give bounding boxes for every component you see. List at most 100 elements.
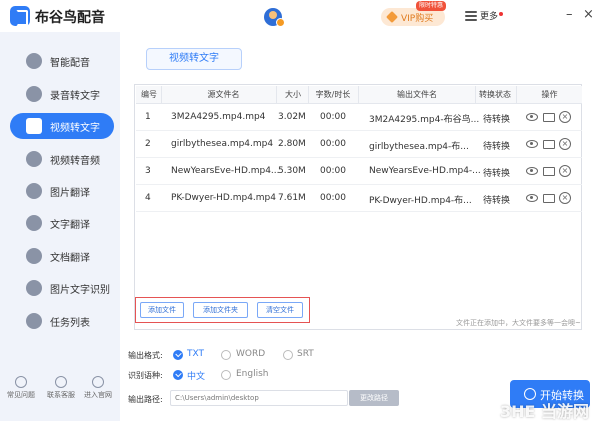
row-number: 2 — [145, 139, 151, 149]
diamond-icon — [386, 11, 398, 23]
column-header: 字数/时长 — [315, 90, 351, 99]
notification-dot — [499, 12, 503, 16]
output-filename: 3M2A4295.mp4-布谷鸟... — [369, 115, 480, 125]
sidebar-item-image-translate[interactable]: 图片翻译 — [10, 178, 114, 204]
output-path-field[interactable]: C:\Users\admin\desktop — [170, 390, 348, 406]
file-buttons-group: 添加文件 添加文件夹 清空文件 — [135, 297, 310, 323]
tab-video-to-text[interactable]: 视频转文字 — [146, 48, 242, 70]
open-folder-icon[interactable] — [543, 140, 555, 149]
remove-close-icon[interactable]: × — [559, 111, 571, 123]
support-link[interactable]: 联系客服 — [41, 376, 81, 400]
preview-eye-icon[interactable] — [526, 113, 538, 121]
more-button[interactable]: 更多 — [480, 9, 498, 22]
sidebar-item-label: 录音转文字 — [50, 91, 100, 102]
sidebar-item-ocr[interactable]: 图片文字识别 — [10, 275, 114, 301]
format-txt-radio[interactable] — [173, 350, 183, 360]
sidebar-item-label: 视频转音频 — [50, 156, 100, 167]
limited-offer-badge: 限时特惠 — [416, 1, 447, 11]
sidebar-item-label: 视频转文字 — [50, 123, 100, 134]
format-txt-label[interactable]: TXT — [187, 349, 204, 359]
title-bar: 布谷鸟配音 VIP购买 限时特惠 更多 – × — [0, 0, 599, 32]
source-filename: PK-Dwyer-HD.mp4.mp4 — [171, 193, 276, 203]
website-link[interactable]: 进入官网 — [78, 376, 118, 400]
source-filename: girlbythesea.mp4.mp4 — [171, 139, 274, 149]
adding-hint: 文件正在添加中，大文件要多等一会噢~ — [456, 319, 581, 327]
format-word-label[interactable]: WORD — [236, 349, 265, 359]
lang-chinese-radio[interactable] — [173, 370, 183, 380]
preview-eye-icon[interactable] — [526, 194, 538, 202]
remove-close-icon[interactable]: × — [559, 165, 571, 177]
row-actions: × — [526, 192, 572, 206]
sidebar-item-smart-dub[interactable]: 智能配音 — [10, 48, 114, 74]
column-header: 编号 — [141, 90, 157, 99]
language-label: 识别语种: — [128, 371, 163, 380]
add-file-button[interactable]: 添加文件 — [140, 302, 184, 318]
format-word-radio[interactable] — [221, 350, 231, 360]
row-number: 3 — [145, 166, 151, 176]
website-label: 进入官网 — [84, 391, 112, 399]
task-list-icon — [26, 313, 42, 329]
sidebar-item-label: 图片翻译 — [50, 188, 90, 199]
minimize-button[interactable]: – — [566, 8, 573, 22]
sidebar-item-label: 文档翻译 — [50, 253, 90, 264]
recording-icon — [26, 86, 42, 102]
sidebar-item-doc-translate[interactable]: 文档翻译 — [10, 243, 114, 269]
duration: 00:00 — [320, 193, 346, 203]
column-divider — [276, 86, 277, 104]
table-row[interactable]: 4 PK-Dwyer-HD.mp4.mp4 7.61M 00:00 PK-Dwy… — [136, 186, 582, 212]
change-path-button[interactable]: 更改路径 — [349, 390, 399, 406]
table-row[interactable]: 3 NewYearsEve-HD.mp4... 5.30M 00:00 NewY… — [136, 159, 582, 185]
smart-dub-icon — [26, 53, 42, 69]
sidebar-item-recording-to-text[interactable]: 录音转文字 — [10, 81, 114, 107]
open-folder-icon[interactable] — [543, 194, 555, 203]
column-header: 源文件名 — [207, 90, 240, 99]
sidebar-item-text-translate[interactable]: 文字翻译 — [10, 210, 114, 236]
menu-icon[interactable] — [465, 10, 477, 22]
lang-chinese-label[interactable]: 中文 — [187, 369, 205, 382]
format-srt-label[interactable]: SRT — [297, 349, 314, 359]
sidebar-item-video-to-text[interactable]: 视频转文字 — [10, 113, 114, 139]
sidebar: 智能配音 录音转文字 视频转文字 视频转音频 图片翻译 文字翻译 文档翻译 图片… — [0, 32, 120, 421]
column-header: 操作 — [541, 90, 558, 99]
output-filename: PK-Dwyer-HD.mp4-布... — [369, 196, 472, 206]
sidebar-item-task-list[interactable]: 任务列表 — [10, 308, 114, 334]
format-srt-radio[interactable] — [283, 350, 293, 360]
table-row[interactable]: 2 girlbythesea.mp4.mp4 2.80M 00:00 girlb… — [136, 132, 582, 158]
table-row[interactable]: 1 3M2A4295.mp4.mp4 3.02M 00:00 3M2A4295.… — [136, 105, 582, 131]
image-translate-icon — [26, 183, 42, 199]
preview-eye-icon[interactable] — [526, 140, 538, 148]
video-audio-icon — [26, 151, 42, 167]
open-folder-icon[interactable] — [543, 113, 555, 122]
lang-english-radio[interactable] — [221, 370, 231, 380]
conversion-status: 待转换 — [483, 196, 511, 206]
output-path-label: 输出路径: — [128, 395, 163, 404]
column-divider — [161, 86, 162, 104]
remove-close-icon[interactable]: × — [559, 192, 571, 204]
duration: 00:00 — [320, 112, 346, 122]
clear-files-button[interactable]: 清空文件 — [257, 302, 303, 318]
vip-purchase-label: VIP购买 — [401, 14, 434, 24]
conversion-status: 待转换 — [483, 142, 511, 152]
close-button[interactable]: × — [583, 8, 594, 22]
avatar-badge-icon — [276, 18, 285, 27]
video-text-icon — [26, 118, 42, 134]
row-actions: × — [526, 138, 572, 152]
add-folder-button[interactable]: 添加文件夹 — [193, 302, 248, 318]
column-header: 输出文件名 — [397, 90, 437, 99]
open-folder-icon[interactable] — [543, 167, 555, 176]
website-icon — [92, 376, 104, 388]
remove-close-icon[interactable]: × — [559, 138, 571, 150]
file-size: 7.61M — [278, 193, 306, 203]
duration: 00:00 — [320, 139, 346, 149]
faq-link[interactable]: 常见问题 — [1, 376, 41, 400]
row-actions: × — [526, 111, 572, 125]
preview-eye-icon[interactable] — [526, 167, 538, 175]
sidebar-item-video-to-audio[interactable]: 视频转音频 — [10, 146, 114, 172]
lang-english-label[interactable]: English — [236, 369, 269, 379]
output-format-label: 输出格式: — [128, 351, 163, 360]
support-icon — [55, 376, 67, 388]
sidebar-item-label: 文字翻译 — [50, 220, 90, 231]
conversion-status: 待转换 — [483, 169, 511, 179]
table-header: 编号 源文件名 大小 字数/时长 输出文件名 转换状态 操作 — [136, 86, 582, 104]
row-actions: × — [526, 165, 572, 179]
